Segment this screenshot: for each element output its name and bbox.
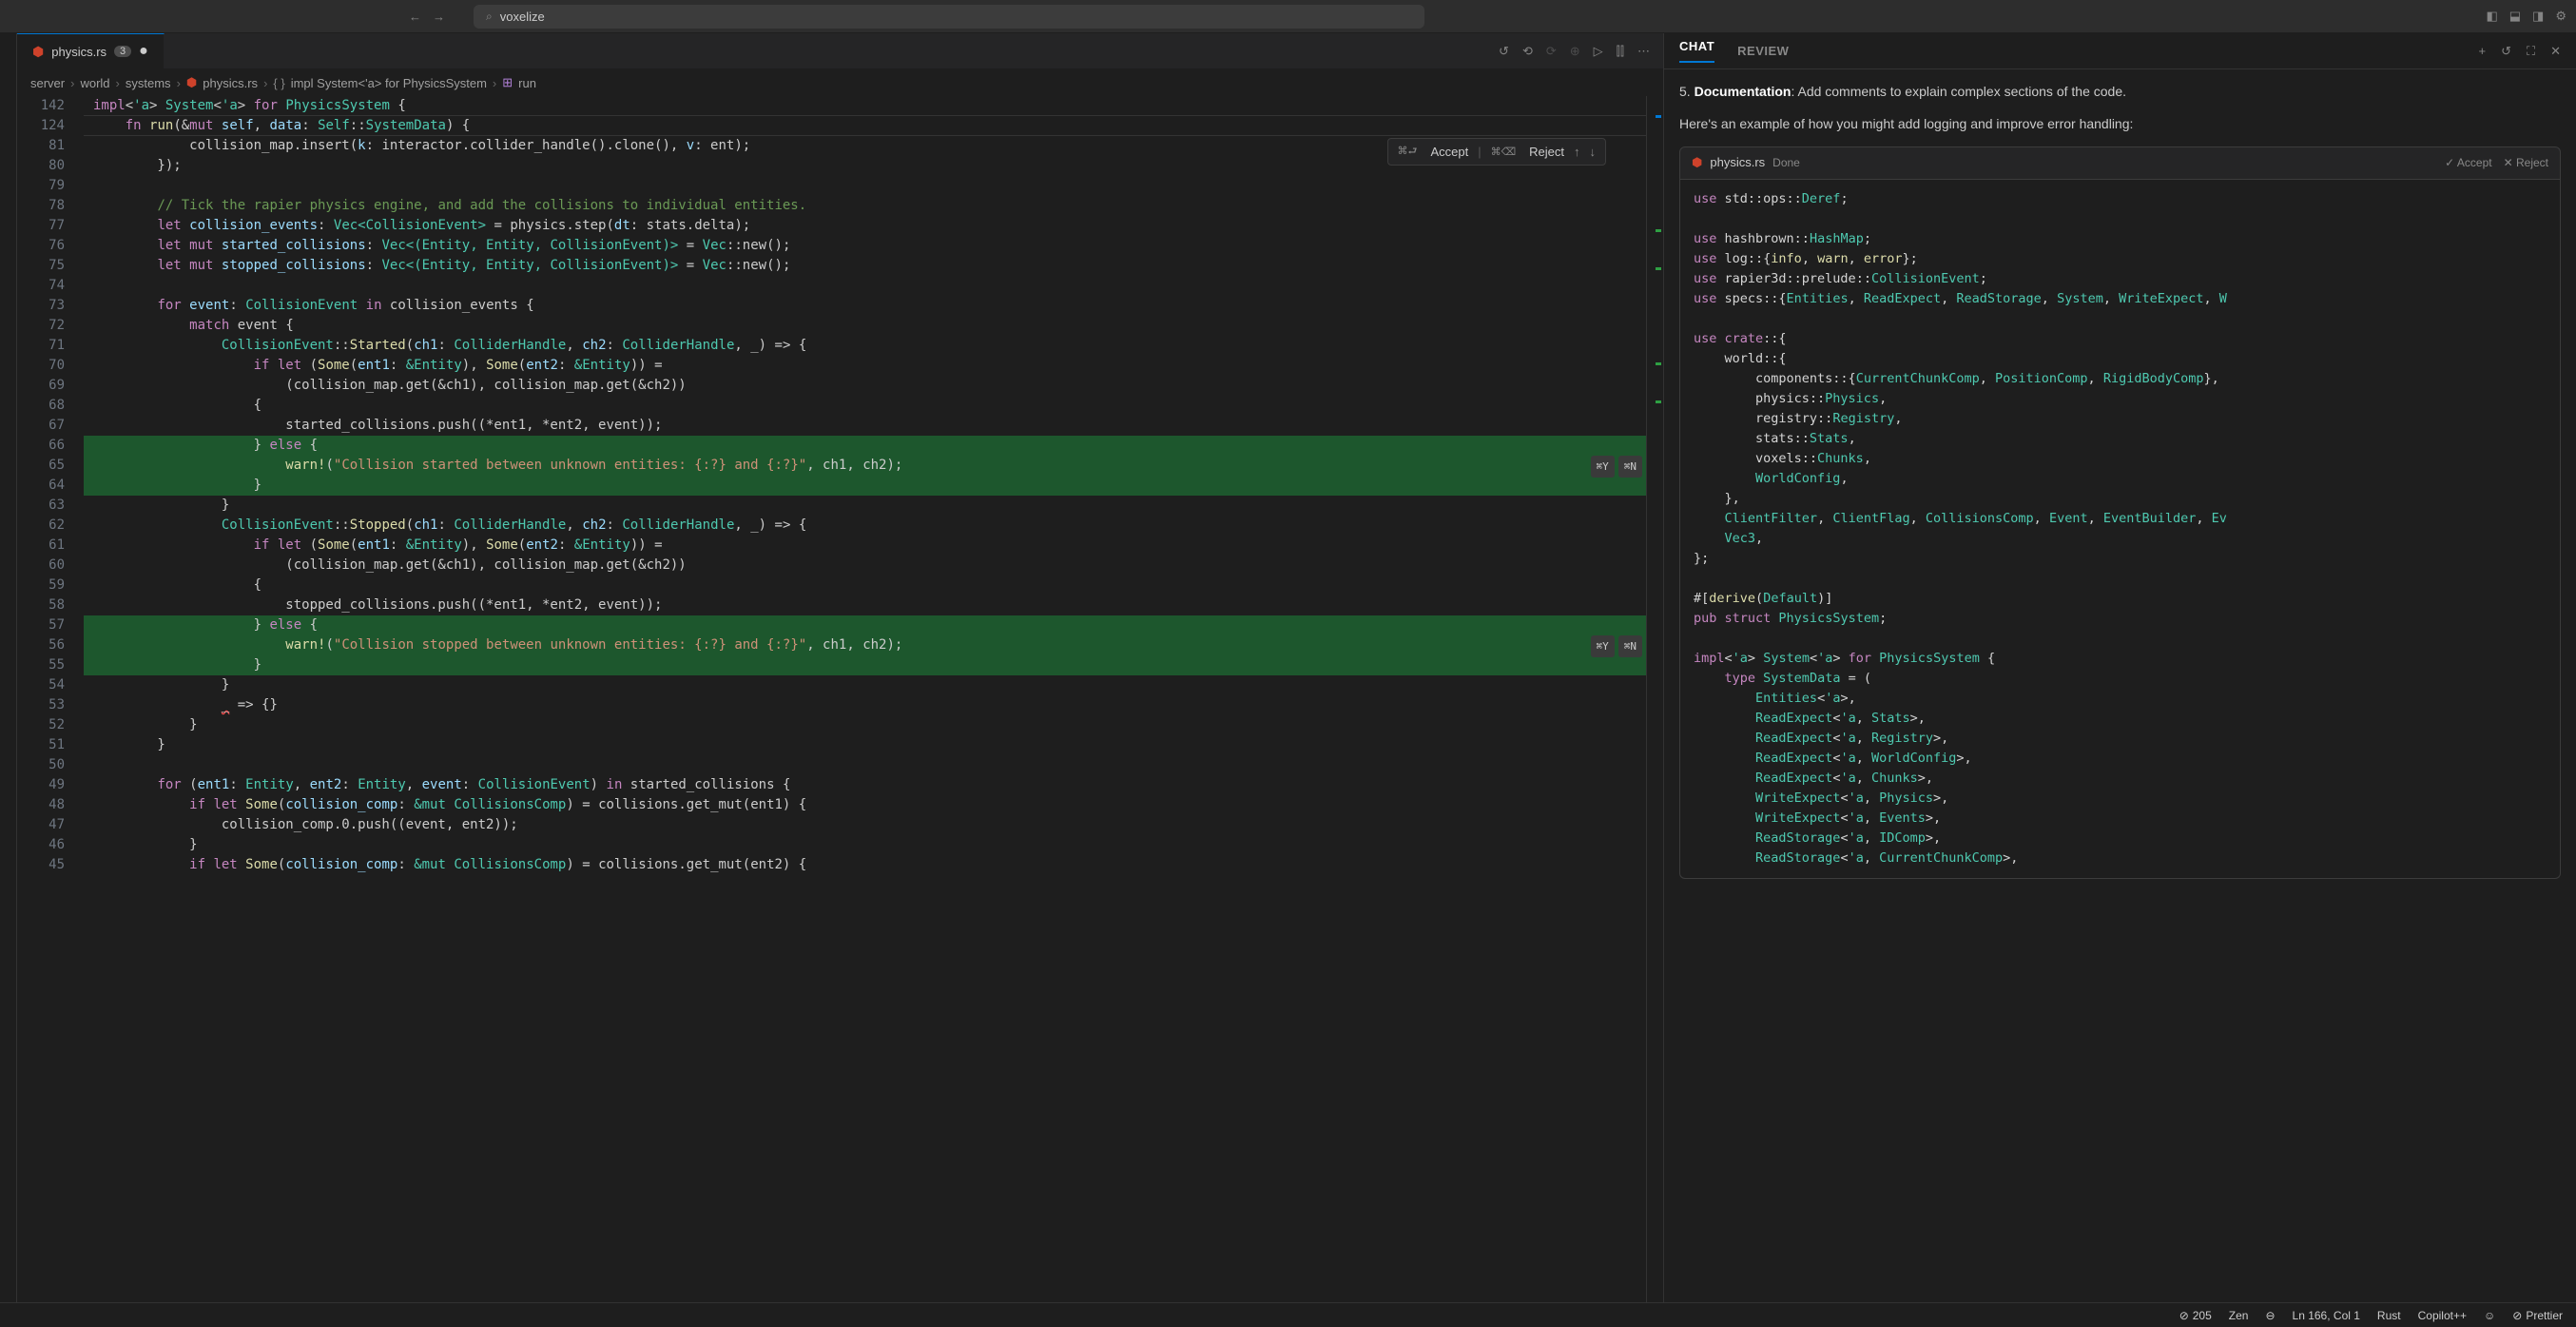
crumb[interactable]: run <box>518 76 536 90</box>
status-errors[interactable]: ⊘ 205 <box>2179 1309 2212 1322</box>
reject-button[interactable]: Reject <box>1529 145 1564 159</box>
crumb[interactable]: server <box>30 76 65 90</box>
tab-diff-badge: 3 <box>114 46 131 57</box>
code-status: Done <box>1772 154 1800 172</box>
close-icon[interactable]: ✕ <box>2550 44 2561 59</box>
settings-gear-icon[interactable]: ⚙ <box>2555 9 2566 24</box>
search-icon: ⌕ <box>486 10 493 24</box>
nav-forward-icon[interactable]: → <box>433 10 445 24</box>
function-icon: ⊞ <box>502 75 513 90</box>
main-area: ⬢ physics.rs 3 ● ↺ ⟲ ⟳ ⊕ ▷ ⫿⫿ ⋯ server› … <box>0 33 2576 1302</box>
chat-tabs: CHAT REVIEW + ↺ ⛶ ✕ <box>1664 33 2576 69</box>
reject-kbd: ⌘⌫ <box>1491 146 1517 158</box>
chat-panel: CHAT REVIEW + ↺ ⛶ ✕ 5. Documentation: Ad… <box>1663 33 2576 1302</box>
command-center[interactable]: ⌕ voxelize <box>474 5 1424 29</box>
next-diff-icon[interactable]: ↓ <box>1590 145 1597 159</box>
code-filename: physics.rs <box>1710 153 1765 173</box>
rust-file-icon: ⬢ <box>32 44 44 60</box>
crumb[interactable]: impl System<'a> for PhysicsSystem <box>291 76 487 90</box>
diff-apply-icon[interactable]: ⊕ <box>1570 44 1580 59</box>
status-feedback-icon[interactable]: ☺ <box>2484 1309 2495 1322</box>
status-zoom-icon[interactable]: ⊖ <box>2265 1309 2275 1322</box>
editor-area: ⬢ physics.rs 3 ● ↺ ⟲ ⟳ ⊕ ▷ ⫿⫿ ⋯ server› … <box>17 33 1663 1302</box>
nav-back-icon[interactable]: ← <box>409 10 421 24</box>
expand-icon[interactable]: ⛶ <box>2527 44 2535 59</box>
tab-physics[interactable]: ⬢ physics.rs 3 ● <box>17 33 165 68</box>
run-icon[interactable]: ▷ <box>1594 44 1603 59</box>
minimap[interactable] <box>1646 96 1663 1302</box>
crumb[interactable]: physics.rs <box>203 76 258 90</box>
layout-bottom-icon[interactable]: ⬓ <box>2509 9 2521 24</box>
diff-prev-icon[interactable]: ⟲ <box>1522 44 1533 59</box>
layout-right-icon[interactable]: ◨ <box>2532 9 2544 24</box>
split-editor-icon[interactable]: ⫿⫿ <box>1617 44 1624 59</box>
code-content[interactable]: impl<'a> System<'a> for PhysicsSystem { … <box>84 96 1646 1302</box>
inline-diff-actions: ⌘⮐ Accept | ⌘⌫ Reject ↑ ↓ <box>1387 138 1606 166</box>
code-editor[interactable]: ⌘⮐ Accept | ⌘⌫ Reject ↑ ↓ 14212481807978… <box>17 96 1663 1302</box>
statusbar: ⊘ 205 Zen ⊖ Ln 166, Col 1 Rust Copilot++… <box>0 1302 2576 1327</box>
new-chat-icon[interactable]: + <box>2478 44 2486 59</box>
layout-left-icon[interactable]: ◧ <box>2486 9 2497 24</box>
prev-diff-icon[interactable]: ↑ <box>1574 145 1580 159</box>
status-position[interactable]: Ln 166, Col 1 <box>2293 1309 2360 1322</box>
tab-chat[interactable]: CHAT <box>1679 39 1714 63</box>
diff-next-icon[interactable]: ⟳ <box>1546 44 1557 59</box>
more-actions-icon[interactable]: ⋯ <box>1637 44 1650 59</box>
editor-tabs: ⬢ physics.rs 3 ● ↺ ⟲ ⟳ ⊕ ▷ ⫿⫿ ⋯ <box>17 33 1663 69</box>
titlebar-actions: ◧ ⬓ ◨ ⚙ <box>2486 9 2566 24</box>
chat-example-text: Here's an example of how you might add l… <box>1679 113 2561 134</box>
rust-file-icon: ⬢ <box>1692 153 1702 173</box>
accept-button[interactable]: Accept <box>1430 145 1468 159</box>
tab-filename: physics.rs <box>51 45 107 59</box>
impl-icon: { } <box>273 76 284 90</box>
status-language[interactable]: Rust <box>2377 1309 2401 1322</box>
dirty-indicator-icon: ● <box>139 43 148 60</box>
tab-review[interactable]: REVIEW <box>1737 44 1789 58</box>
history-icon[interactable]: ↺ <box>2501 44 2511 59</box>
code-block-header: ⬢ physics.rs Done ✓ Accept ✕ Reject <box>1679 146 2561 180</box>
search-text: voxelize <box>500 10 545 24</box>
accept-kbd: ⌘⮐ <box>1398 143 1418 161</box>
chat-body: 5. Documentation: Add comments to explai… <box>1664 69 2576 1302</box>
chat-doc-item: 5. Documentation: Add comments to explai… <box>1679 81 2561 102</box>
breadcrumbs[interactable]: server› world› systems› ⬢ physics.rs› { … <box>17 69 1663 96</box>
tab-actions: ↺ ⟲ ⟳ ⊕ ▷ ⫿⫿ ⋯ <box>1485 33 1663 68</box>
line-gutter: 1421248180797877767574737271706968676665… <box>17 96 84 1302</box>
rust-file-icon: ⬢ <box>186 75 197 90</box>
status-zen[interactable]: Zen <box>2229 1309 2249 1322</box>
chat-code-block: use std::ops::Deref; use hashbrown::Hash… <box>1679 180 2561 879</box>
status-prettier[interactable]: ⊘ Prettier <box>2512 1309 2563 1322</box>
history-icon[interactable]: ↺ <box>1499 44 1509 59</box>
code-accept-button[interactable]: ✓ Accept <box>2445 154 2491 172</box>
status-copilot[interactable]: Copilot++ <box>2418 1309 2467 1322</box>
activity-bar <box>0 33 17 1302</box>
crumb[interactable]: systems <box>126 76 171 90</box>
crumb[interactable]: world <box>80 76 109 90</box>
code-reject-button[interactable]: ✕ Reject <box>2504 154 2548 172</box>
titlebar: ← → ⌕ voxelize ◧ ⬓ ◨ ⚙ <box>0 0 2576 33</box>
nav-arrows: ← → <box>409 10 445 24</box>
